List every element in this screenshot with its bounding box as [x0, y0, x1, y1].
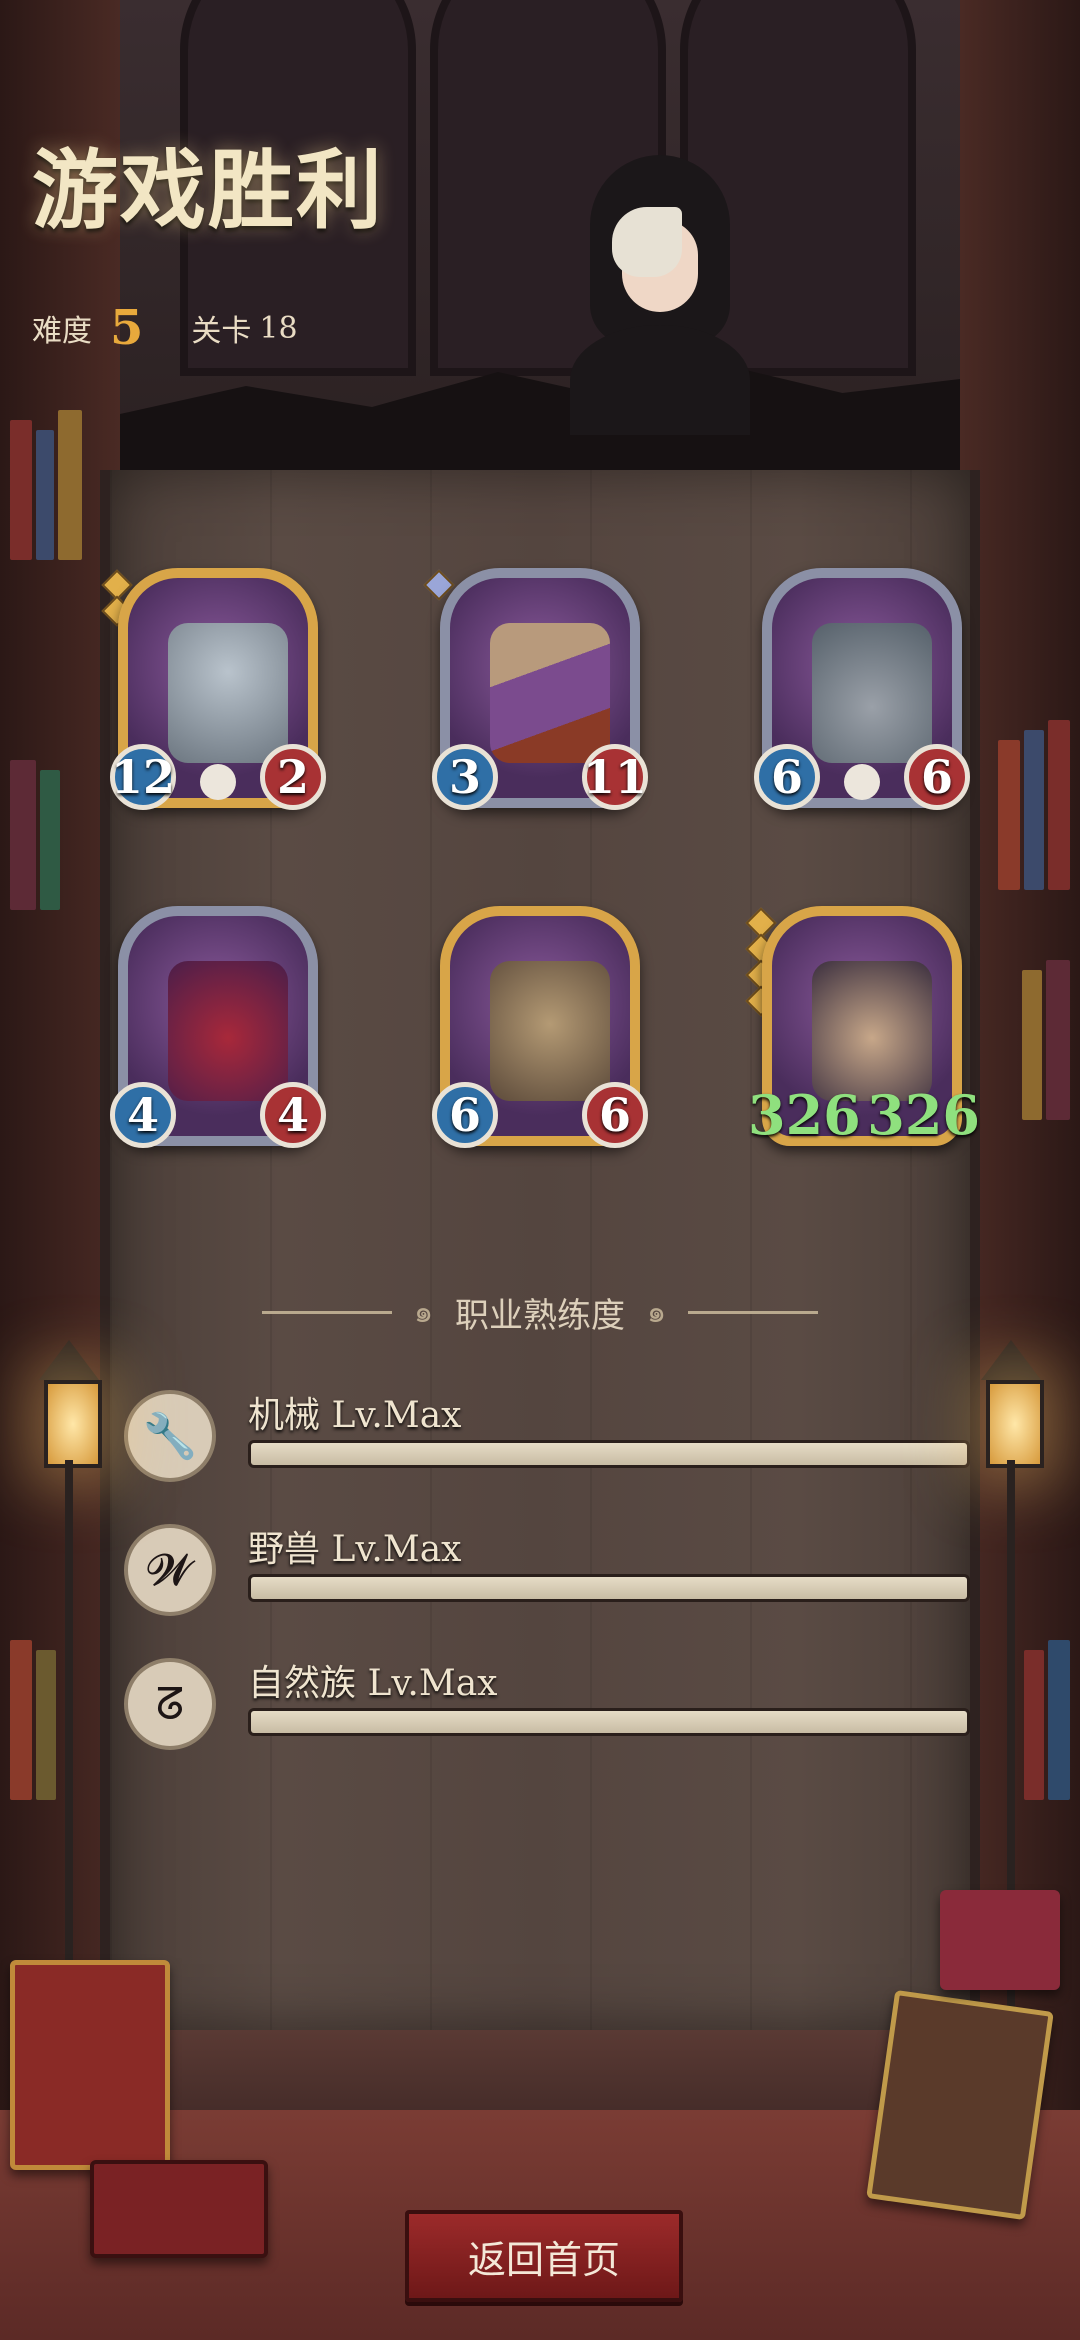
swirl-ornament-icon: ๑ — [413, 1294, 433, 1330]
card-brute[interactable]: 326 326 — [745, 906, 980, 1171]
card-robot-drone[interactable]: 12 2 — [101, 568, 326, 833]
attack-value-buffed: 326 — [748, 1083, 861, 1147]
attack-value: 3 — [432, 744, 498, 810]
book-decoration — [866, 1989, 1054, 2221]
health-value: 2 — [260, 744, 326, 810]
mastery-label: 机械 Lv.Max — [248, 1395, 462, 1436]
attack-value: 4 — [110, 1082, 176, 1148]
health-value: 6 — [582, 1082, 648, 1148]
mastery-heading: ๑ 职业熟练度 ๑ — [200, 1292, 880, 1336]
level-info: 难度 5 关卡 18 — [32, 300, 298, 356]
robot-art — [168, 623, 288, 763]
skull-icon — [844, 764, 880, 800]
mastery-title: 职业熟练度 — [455, 1295, 625, 1336]
divider-line — [261, 1310, 392, 1314]
claw-icon: 𝓦 — [124, 1524, 216, 1616]
wrench-icon: 🔧 — [124, 1390, 216, 1482]
difficulty-value: 5 — [110, 300, 144, 356]
card-voodoo-doll[interactable]: 6 6 — [432, 906, 648, 1171]
card-bell-robot[interactable]: 6 6 — [754, 568, 970, 833]
mastery-progress-bar — [248, 1440, 970, 1468]
hooded-character — [570, 155, 750, 435]
health-value: 4 — [260, 1082, 326, 1148]
book-decoration — [940, 1890, 1060, 1990]
leaf-spiral-icon: ᘔ — [124, 1658, 216, 1750]
clown-art — [168, 961, 288, 1101]
mastery-row-mech: 🔧 机械 Lv.Max — [124, 1386, 970, 1486]
mastery-label: 野兽 Lv.Max — [248, 1529, 462, 1570]
book-decoration — [10, 1960, 170, 2170]
mastery-label: 自然族 Lv.Max — [248, 1663, 498, 1704]
swirl-ornament-icon: ๑ — [647, 1294, 667, 1330]
rarity-gems — [423, 569, 455, 601]
skull-icon — [200, 764, 236, 800]
lamp-left — [34, 1340, 104, 2160]
airship-art — [490, 623, 610, 763]
return-home-button[interactable]: 返回首页 — [405, 2210, 683, 2302]
mastery-row-nature: ᘔ 自然族 Lv.Max — [124, 1654, 970, 1754]
divider-line — [688, 1310, 819, 1314]
lamp-right — [976, 1340, 1046, 2160]
brute-art — [812, 961, 932, 1101]
card-airship[interactable]: 3 11 — [423, 568, 648, 833]
mastery-row-beast: 𝓦 野兽 Lv.Max — [124, 1520, 970, 1620]
attack-value: 6 — [432, 1082, 498, 1148]
attack-value: 12 — [110, 744, 176, 810]
health-value: 6 — [904, 744, 970, 810]
card-clown[interactable]: 4 4 — [110, 906, 326, 1171]
stage-value: 18 — [259, 310, 298, 346]
page-title: 游戏胜利 — [32, 140, 384, 241]
difficulty-label: 难度 — [32, 314, 92, 349]
stage-label: 关卡 — [191, 314, 252, 349]
attack-value: 6 — [754, 744, 820, 810]
bell-robot-art — [812, 623, 932, 763]
book-decoration — [90, 2160, 268, 2258]
health-value: 11 — [582, 744, 648, 810]
mastery-progress-bar — [248, 1574, 970, 1602]
mastery-progress-bar — [248, 1708, 970, 1736]
voodoo-doll-art — [490, 961, 610, 1101]
health-value-buffed: 326 — [867, 1083, 980, 1147]
